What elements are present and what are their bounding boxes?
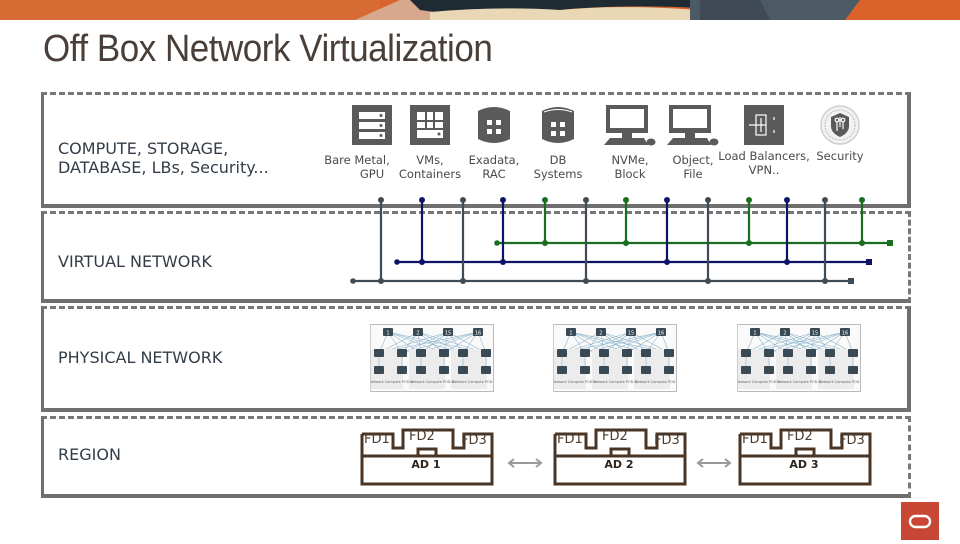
availability-domain: FD1 FD2 FD3 AD 1 [360, 428, 494, 488]
drop-top-node [460, 197, 466, 203]
svg-text:16: 16 [475, 331, 481, 337]
svg-text:16: 16 [842, 331, 848, 337]
drop-top-node [746, 197, 752, 203]
fault-domain-label: FD3 [839, 433, 865, 448]
drop-junction-node [784, 259, 790, 265]
fault-domain-label: FD2 [787, 429, 813, 444]
bus-endpoint [494, 240, 500, 246]
fault-domain-label: FD2 [602, 429, 628, 444]
drop-junction-node [746, 240, 752, 246]
svg-text:Network Compute POD C: Network Compute POD C [819, 380, 860, 384]
svg-text:Network Compute POD A: Network Compute POD A [554, 380, 597, 384]
svg-text:1: 1 [386, 331, 389, 337]
drop-top-node [859, 197, 865, 203]
svg-text:2: 2 [599, 331, 602, 337]
drop-top-node [623, 197, 629, 203]
drop-junction-node [419, 259, 425, 265]
clos-topology-icon: 1 2 15 16Network Compute POD ANetwork Compu… [367, 328, 497, 389]
availability-domain-label: AD 1 [411, 458, 441, 471]
svg-text:1: 1 [569, 331, 572, 337]
svg-text:Network Compute POD B: Network Compute POD B [410, 380, 454, 384]
drop-top-node [378, 197, 384, 203]
double-arrow-icon [696, 458, 732, 468]
drop-top-node [583, 197, 589, 203]
drop-top-node [822, 197, 828, 203]
svg-text:15: 15 [445, 331, 451, 337]
svg-text:Network Compute POD B: Network Compute POD B [777, 380, 821, 384]
svg-text:Network Compute POD B: Network Compute POD B [593, 380, 637, 384]
bus-endpoint [848, 278, 854, 284]
drop-junction-node [822, 278, 828, 284]
bus-endpoint [887, 240, 893, 246]
svg-text:Network Compute POD C: Network Compute POD C [452, 380, 493, 384]
availability-domain: FD1 FD2 FD3 AD 3 [738, 428, 872, 488]
svg-text:15: 15 [628, 331, 634, 337]
svg-text:Network Compute POD A: Network Compute POD A [371, 380, 414, 384]
svg-text:2: 2 [783, 331, 786, 337]
physical-network-thumbnail: 1 2 15 16 Network Compute POD A Network Compu… [367, 324, 497, 392]
availability-domain-label: AD 2 [604, 458, 634, 471]
drop-top-node [705, 197, 711, 203]
drop-junction-node [500, 259, 506, 265]
fault-domain-label: FD2 [409, 429, 435, 444]
drop-top-node [500, 197, 506, 203]
clos-topology-icon: 1 2 15 16Network Compute POD ANetwork Compu… [550, 328, 680, 389]
fault-domain-label: FD3 [461, 433, 487, 448]
drop-junction-node [583, 278, 589, 284]
svg-text:15: 15 [812, 331, 818, 337]
drop-junction-node [705, 278, 711, 284]
svg-text:16: 16 [658, 331, 664, 337]
physical-network-thumbnail: 1 2 15 16 Network Compute POD A Network Compu… [734, 324, 864, 392]
fault-domain-label: FD3 [654, 433, 680, 448]
oracle-logo [901, 502, 939, 540]
drop-junction-node [460, 278, 466, 284]
clos-topology-icon: 1 2 15 16Network Compute POD ANetwork Compu… [734, 328, 864, 389]
drop-top-node [664, 197, 670, 203]
drop-top-node [784, 197, 790, 203]
svg-text:2: 2 [416, 331, 419, 337]
drop-junction-node [623, 240, 629, 246]
drop-top-node [542, 197, 548, 203]
drop-junction-node [542, 240, 548, 246]
bus-endpoint [394, 259, 400, 265]
fault-domain-label: FD1 [742, 432, 768, 447]
drop-junction-node [378, 278, 384, 284]
svg-text:1: 1 [753, 331, 756, 337]
availability-domain-label: AD 3 [789, 458, 819, 471]
bus-endpoint [350, 278, 356, 284]
fault-domain-label: FD1 [557, 432, 583, 447]
drop-top-node [419, 197, 425, 203]
oracle-logo-icon [908, 514, 932, 529]
availability-domain: FD1 FD2 FD3 AD 2 [553, 428, 687, 488]
drop-junction-node [664, 259, 670, 265]
svg-text:Network Compute POD C: Network Compute POD C [635, 380, 676, 384]
double-arrow-icon [507, 458, 543, 468]
svg-text:Network Compute POD A: Network Compute POD A [738, 380, 781, 384]
drop-junction-node [859, 240, 865, 246]
physical-network-thumbnail: 1 2 15 16 Network Compute POD A Network Compu… [550, 324, 680, 392]
fault-domain-label: FD1 [364, 432, 390, 447]
bus-endpoint [866, 259, 872, 265]
